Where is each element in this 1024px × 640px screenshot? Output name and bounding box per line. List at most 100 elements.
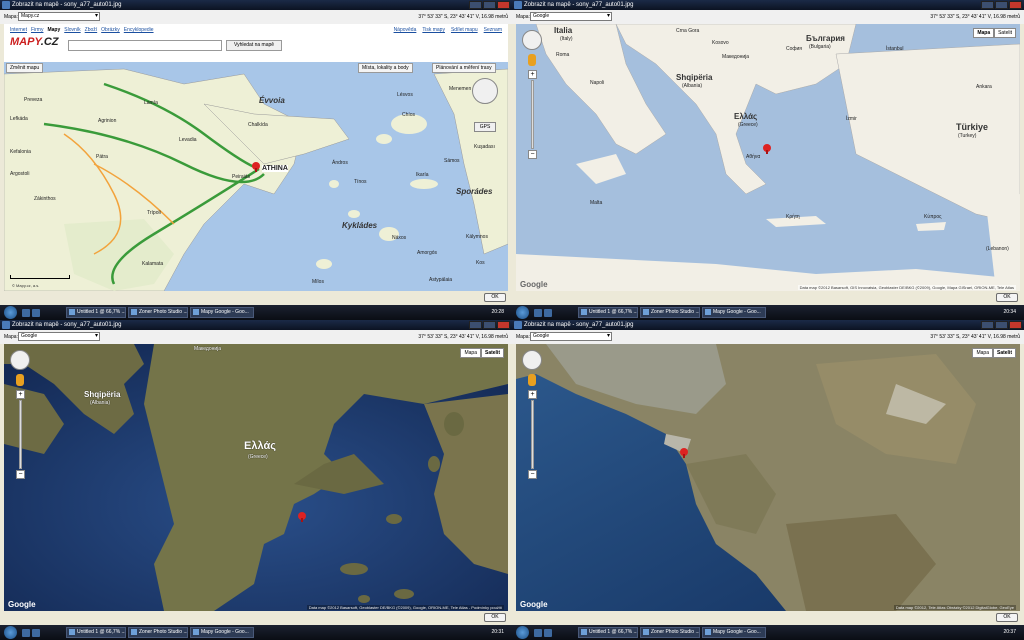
minimize-button[interactable] bbox=[981, 321, 994, 329]
location-pin[interactable] bbox=[252, 162, 260, 172]
start-button[interactable] bbox=[516, 626, 529, 639]
maximize-button[interactable] bbox=[995, 321, 1008, 329]
nav-mapy[interactable]: Mapy bbox=[47, 27, 60, 33]
label-peiraias: Peiraiás bbox=[232, 174, 251, 180]
zoom-slider[interactable] bbox=[19, 400, 22, 469]
print-map-link[interactable]: Tisk mapy bbox=[422, 27, 445, 33]
window-titlebar: Zobrazit na mapě - sony_a77_auto01.jpg bbox=[0, 0, 512, 10]
zoom-in-button[interactable]: + bbox=[528, 70, 537, 79]
zoom-out-button[interactable]: − bbox=[528, 150, 537, 159]
taskbar-item[interactable]: Zoner Photo Studio ... bbox=[128, 627, 188, 638]
nav-firmy[interactable]: Firmy bbox=[31, 27, 44, 33]
minimize-button[interactable] bbox=[469, 1, 482, 9]
route-planning-button[interactable]: Plánování a měření trasy bbox=[432, 63, 496, 73]
label-kyklades: Kykládes bbox=[342, 221, 378, 230]
start-button[interactable] bbox=[4, 626, 17, 639]
map-type-satellite[interactable]: Satelit bbox=[480, 348, 504, 358]
close-button[interactable] bbox=[1009, 321, 1022, 329]
map-view[interactable]: + − Mapa Satelit Google Data map ©2012, … bbox=[516, 344, 1020, 611]
map-provider-select[interactable]: Mapy.cz bbox=[18, 12, 100, 21]
ok-button[interactable]: OK bbox=[484, 293, 506, 302]
location-pin[interactable] bbox=[763, 144, 771, 154]
close-button[interactable] bbox=[497, 1, 510, 9]
nav-zbozi[interactable]: Zboží bbox=[85, 27, 98, 33]
taskbar-item[interactable]: Mapy Google - Goo... bbox=[190, 307, 254, 318]
map-type-map[interactable]: Mapa bbox=[972, 348, 993, 358]
taskbar-item[interactable]: Untitled 1 @ 66,7% ... bbox=[578, 307, 638, 318]
quicklaunch-icon[interactable] bbox=[534, 629, 542, 637]
taskbar-item[interactable]: Zoner Photo Studio ... bbox=[640, 307, 700, 318]
taskbar-item[interactable]: Zoner Photo Studio ... bbox=[640, 627, 700, 638]
zoom-in-button[interactable]: + bbox=[528, 390, 537, 399]
nav-encyklopedie[interactable]: Encyklopedie bbox=[124, 27, 154, 33]
nav-obrazky[interactable]: Obrázky bbox=[101, 27, 120, 33]
map-type-map[interactable]: Mapa bbox=[973, 28, 995, 38]
map-provider-select[interactable]: Google bbox=[530, 12, 612, 21]
app-icon bbox=[514, 321, 522, 329]
quicklaunch-icon[interactable] bbox=[32, 309, 40, 317]
zoom-out-button[interactable]: − bbox=[16, 470, 25, 479]
change-map-button[interactable]: Změnit mapu bbox=[6, 63, 44, 73]
map-view[interactable]: + − Mapa Satelit Italia (Italy) България… bbox=[516, 24, 1020, 291]
zoom-slider[interactable] bbox=[531, 400, 534, 469]
quicklaunch-icon[interactable] bbox=[22, 309, 30, 317]
taskbar-item[interactable]: Mapy Google - Goo... bbox=[190, 627, 254, 638]
taskbar-item[interactable]: Untitled 1 @ 66,7% ... bbox=[66, 307, 126, 318]
map-view[interactable]: Internet Firmy Mapy Slovník Zboží Obrázk… bbox=[4, 24, 508, 291]
minimize-button[interactable] bbox=[981, 1, 994, 9]
taskbar-item[interactable]: Untitled 1 @ 66,7% ... bbox=[578, 627, 638, 638]
taskbar-item[interactable]: Untitled 1 @ 66,7% ... bbox=[66, 627, 126, 638]
nav-slovnik[interactable]: Slovník bbox=[64, 27, 80, 33]
zoom-in-button[interactable]: + bbox=[16, 390, 25, 399]
pan-control[interactable] bbox=[472, 78, 498, 104]
help-link[interactable]: Nápověda bbox=[394, 27, 417, 33]
close-button[interactable] bbox=[497, 321, 510, 329]
map-type-map[interactable]: Mapa bbox=[460, 348, 481, 358]
quicklaunch-icon[interactable] bbox=[22, 629, 30, 637]
mapy-logo[interactable]: MAPY.CZ bbox=[10, 36, 59, 48]
quicklaunch-icon[interactable] bbox=[32, 629, 40, 637]
quicklaunch-icon[interactable] bbox=[534, 309, 542, 317]
pan-control[interactable] bbox=[10, 350, 30, 370]
taskbar-item[interactable]: Mapy Google - Goo... bbox=[702, 627, 766, 638]
pegman-icon[interactable] bbox=[528, 54, 536, 66]
gps-button[interactable]: GPS bbox=[474, 122, 496, 132]
maximize-button[interactable] bbox=[483, 1, 496, 9]
pegman-icon[interactable] bbox=[16, 374, 24, 386]
ok-button[interactable]: OK bbox=[484, 613, 506, 622]
maximize-button[interactable] bbox=[483, 321, 496, 329]
zoom-out-button[interactable]: − bbox=[528, 470, 537, 479]
ok-button[interactable]: OK bbox=[996, 613, 1018, 622]
start-button[interactable] bbox=[516, 306, 529, 319]
ok-button[interactable]: OK bbox=[996, 293, 1018, 302]
zoom-slider[interactable] bbox=[531, 80, 534, 149]
label-kusadasi: Kuşadası bbox=[474, 144, 495, 150]
map-type-satellite[interactable]: Satelit bbox=[994, 28, 1016, 38]
location-pin[interactable] bbox=[298, 512, 306, 522]
map-type-satellite[interactable]: Satelit bbox=[992, 348, 1016, 358]
label-bulgaria: България bbox=[806, 34, 845, 43]
maximize-button[interactable] bbox=[995, 1, 1008, 9]
quicklaunch-icon[interactable] bbox=[544, 309, 552, 317]
pegman-icon[interactable] bbox=[528, 374, 536, 386]
window-title: Zobrazit na mapě - sony_a77_auto01.jpg bbox=[524, 322, 634, 328]
quicklaunch-icon[interactable] bbox=[544, 629, 552, 637]
location-pin[interactable] bbox=[680, 448, 688, 458]
map-provider-select[interactable]: Google bbox=[18, 332, 100, 341]
pan-control[interactable] bbox=[522, 30, 542, 50]
taskbar-item[interactable]: Mapy Google - Goo... bbox=[702, 307, 766, 318]
search-input[interactable] bbox=[68, 40, 222, 51]
search-button[interactable]: Vyhledat na mapě bbox=[226, 40, 282, 51]
minimize-button[interactable] bbox=[469, 321, 482, 329]
start-button[interactable] bbox=[4, 306, 17, 319]
close-button[interactable] bbox=[1009, 1, 1022, 9]
label-kos: Kos bbox=[476, 260, 485, 266]
taskbar-item[interactable]: Zoner Photo Studio ... bbox=[128, 307, 188, 318]
seznam-link[interactable]: Seznam bbox=[484, 27, 502, 33]
nav-internet[interactable]: Internet bbox=[10, 27, 27, 33]
map-view[interactable]: + − Mapa Satelit Shqipëria (Albania) Мак… bbox=[4, 344, 508, 611]
share-map-link[interactable]: Sdílet mapu bbox=[451, 27, 478, 33]
pan-control[interactable] bbox=[522, 350, 542, 370]
map-provider-select[interactable]: Google bbox=[530, 332, 612, 341]
places-button[interactable]: Místa, lokality a body bbox=[358, 63, 413, 73]
